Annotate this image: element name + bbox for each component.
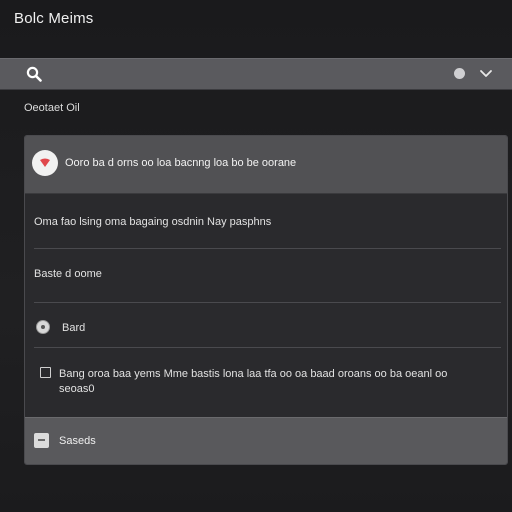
status-dot[interactable] [454,68,465,79]
divider [34,302,501,303]
divider [34,248,501,249]
minus-square-icon[interactable] [34,433,49,448]
search-icon[interactable] [26,66,42,82]
app-title: Bolc Meims [14,10,94,27]
alert-icon [32,150,58,176]
card-row-text-2[interactable]: Baste d oome [34,268,102,280]
chevron-down-icon[interactable] [478,67,494,81]
footer-label: Saseds [59,435,96,447]
checkbox-label: Bang oroa baa yems Mme bastis lona laa t… [59,368,448,395]
card-header-text: Ooro ba d orns oo loa bacnng loa bo be o… [65,157,297,169]
card-footer[interactable]: Saseds [25,417,507,464]
divider [34,347,501,348]
search-bar [0,58,512,90]
card-header: Ooro ba d orns oo loa bacnng loa bo be o… [25,136,507,194]
app-window: Bolc Meims Oeotaet Oil Ooro ba d orns oo… [0,0,512,512]
settings-card: Ooro ba d orns oo loa bacnng loa bo be o… [24,135,508,465]
radio-option[interactable] [36,320,50,334]
radio-label: Bard [62,322,86,334]
checkbox[interactable] [40,367,51,378]
search-input[interactable] [50,63,434,87]
section-label: Oeotaet Oil [24,102,80,114]
alert-icon-glyph [40,158,50,167]
card-row-text-1: Oma fao lsing oma bagaing osdnin Nay pas… [34,216,272,228]
